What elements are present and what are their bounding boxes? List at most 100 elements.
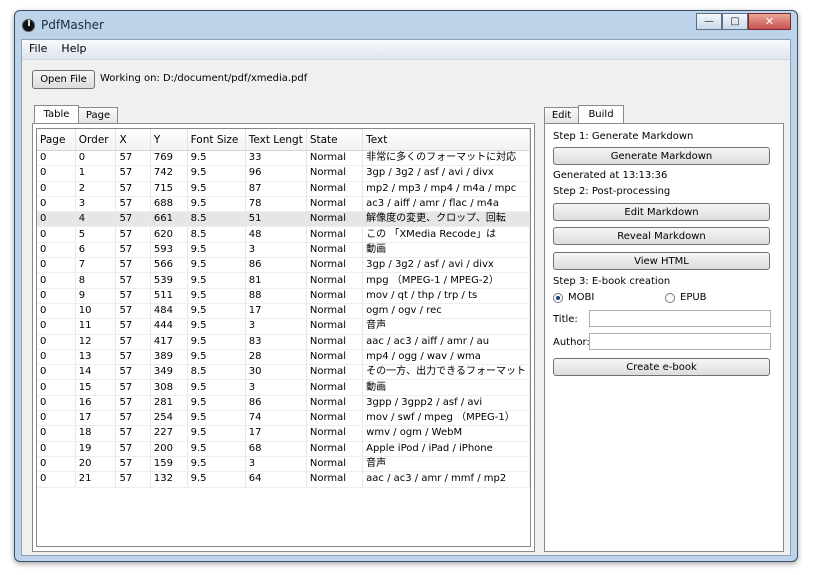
- minimize-button[interactable]: —: [696, 13, 722, 30]
- table-cell: 57: [115, 272, 151, 289]
- table-row[interactable]: 0 9 57 511 9.5 88 Normal mov / qt / thp / trp …: [37, 288, 530, 304]
- table-row[interactable]: 0 13 57 389 9.5 28 Normal mp4 / ogg / wav / wm…: [37, 349, 530, 366]
- window-title: PdfMasher: [41, 18, 104, 32]
- table-cell: 3gp / 3g2 / asf / avi / divx: [362, 257, 530, 274]
- table-cell: 動画: [362, 379, 530, 396]
- table-cell: 57: [115, 471, 151, 488]
- table-cell: Normal: [306, 242, 364, 259]
- menu-help[interactable]: Help: [54, 40, 93, 59]
- column-header[interactable]: X: [115, 129, 151, 151]
- title-input[interactable]: [589, 310, 771, 327]
- table-cell: 1: [75, 165, 117, 182]
- title-bar[interactable]: PdfMasher — □ ✕: [15, 11, 797, 39]
- table-cell: 57: [115, 226, 151, 243]
- table-row[interactable]: 0 7 57 566 9.5 86 Normal 3gp / 3g2 / asf / avi …: [37, 257, 530, 274]
- column-header[interactable]: Y: [150, 129, 188, 151]
- table-cell: 57: [115, 181, 151, 197]
- table-row[interactable]: 0 14 57 349 8.5 30 Normal その一方、出力できるフォーマット: [37, 364, 530, 381]
- radio-epub[interactable]: EPUB: [665, 292, 707, 303]
- table-row[interactable]: 0 18 57 227 9.5 17 Normal wmv / ogm / WebM: [37, 425, 530, 442]
- table-cell: 159: [150, 456, 188, 473]
- table-cell: 3: [245, 242, 307, 259]
- column-header[interactable]: Order: [75, 129, 117, 151]
- column-header[interactable]: Font Size: [187, 129, 246, 151]
- table-cell: 0: [37, 211, 76, 228]
- table-cell: 566: [150, 257, 188, 274]
- menu-file[interactable]: File: [22, 40, 54, 59]
- table-row[interactable]: 0 5 57 620 8.5 48 Normal この 「XMedia Recode」は: [37, 226, 530, 243]
- author-input[interactable]: [589, 333, 771, 350]
- table-cell: Normal: [306, 181, 364, 197]
- create-ebook-button[interactable]: Create e-book: [553, 358, 770, 376]
- table-row[interactable]: 0 21 57 132 9.5 64 Normal aac / ac3 / amr / mmf…: [37, 471, 530, 488]
- column-header[interactable]: Text Lengt: [245, 129, 307, 151]
- table-cell: mov / qt / thp / trp / ts: [362, 288, 530, 304]
- generate-markdown-button[interactable]: Generate Markdown: [553, 147, 770, 165]
- table-row[interactable]: 0 19 57 200 9.5 68 Normal Apple iPod / iPad / i…: [37, 441, 530, 457]
- radio-mobi[interactable]: MOBI: [553, 292, 594, 303]
- table-row[interactable]: 0 8 57 539 9.5 81 Normal mpg （MPEG-1 / MPEG-2）: [37, 272, 530, 289]
- table-cell: 0: [37, 272, 76, 289]
- tab-build[interactable]: Build: [578, 105, 624, 123]
- table-cell: Normal: [306, 257, 364, 274]
- tab-edit[interactable]: Edit: [544, 107, 579, 123]
- table-row[interactable]: 0 10 57 484 9.5 17 Normal ogm / ogv / rec: [37, 303, 530, 320]
- table-cell: 742: [150, 165, 188, 182]
- table-cell: 17: [245, 425, 307, 442]
- table-cell: 9.5: [187, 150, 246, 167]
- table-row[interactable]: 0 4 57 661 8.5 51 Normal 解像度の変更、クロップ、回転: [37, 211, 530, 228]
- table-cell: Normal: [306, 272, 364, 289]
- table-body: 0 0 57 769 9.5 33 Normal 非常に多くのフォーマットに対応 0 1 57 742…: [37, 150, 530, 488]
- table-row[interactable]: 0 6 57 593 9.5 3 Normal 動画: [37, 242, 530, 259]
- open-file-button[interactable]: Open File: [32, 70, 95, 89]
- table-row[interactable]: 0 20 57 159 9.5 3 Normal 音声: [37, 456, 530, 473]
- table-cell: 9.5: [187, 303, 246, 320]
- tab-page[interactable]: Page: [78, 107, 118, 123]
- table-row[interactable]: 0 2 57 715 9.5 87 Normal mp2 / mp3 / mp4 / m4a …: [37, 181, 530, 197]
- table-row[interactable]: 0 16 57 281 9.5 86 Normal 3gpp / 3gpp2 / asf / …: [37, 395, 530, 412]
- table-cell: 9.5: [187, 441, 246, 457]
- table-cell: Normal: [306, 288, 364, 304]
- menu-bar: File Help: [22, 40, 790, 60]
- table-cell: 57: [115, 196, 151, 213]
- working-file-label: Working on: D:/document/pdf/xmedia.pdf: [100, 73, 308, 84]
- table-row[interactable]: 0 3 57 688 9.5 78 Normal ac3 / aiff / amr / fla…: [37, 196, 530, 213]
- table-row[interactable]: 0 12 57 417 9.5 83 Normal aac / ac3 / aiff / am…: [37, 334, 530, 350]
- table-cell: 688: [150, 196, 188, 213]
- column-header[interactable]: Page: [37, 129, 76, 151]
- maximize-button[interactable]: □: [722, 13, 748, 30]
- table-cell: 539: [150, 272, 188, 289]
- table-cell: 78: [245, 196, 307, 213]
- table-row[interactable]: 0 17 57 254 9.5 74 Normal mov / swf / mpeg （MP…: [37, 410, 530, 427]
- table-row[interactable]: 0 11 57 444 9.5 3 Normal 音声: [37, 318, 530, 335]
- table-row[interactable]: 0 1 57 742 9.5 96 Normal 3gp / 3g2 / asf / avi …: [37, 165, 530, 182]
- view-html-button[interactable]: View HTML: [553, 252, 770, 270]
- table-cell: 0: [37, 181, 76, 197]
- table-cell: 0: [37, 349, 76, 366]
- table-cell: 15: [75, 379, 117, 396]
- table-cell: 389: [150, 349, 188, 366]
- build-panel: Step 1: Generate Markdown Generate Markd…: [544, 123, 784, 552]
- table-cell: 86: [245, 257, 307, 274]
- column-header[interactable]: State: [306, 129, 364, 151]
- table-cell: Normal: [306, 349, 364, 366]
- tab-table[interactable]: Table: [34, 105, 79, 123]
- table-row[interactable]: 0 0 57 769 9.5 33 Normal 非常に多くのフォーマットに対応: [37, 150, 530, 167]
- table-row[interactable]: 0 15 57 308 9.5 3 Normal 動画: [37, 379, 530, 396]
- table-cell: 484: [150, 303, 188, 320]
- table-cell: wmv / ogm / WebM: [362, 425, 530, 442]
- data-table-container[interactable]: Page Order X Y Font Size Text Lengt State Text …: [36, 128, 531, 547]
- table-cell: 5: [75, 226, 117, 243]
- close-button[interactable]: ✕: [748, 13, 791, 30]
- table-cell: 9.5: [187, 471, 246, 488]
- table-cell: Normal: [306, 441, 364, 457]
- table-cell: 87: [245, 181, 307, 197]
- edit-markdown-button[interactable]: Edit Markdown: [553, 203, 770, 221]
- table-cell: 88: [245, 288, 307, 304]
- column-header[interactable]: Text: [362, 129, 530, 151]
- table-cell: 10: [75, 303, 117, 320]
- table-cell: 解像度の変更、クロップ、回転: [362, 211, 530, 228]
- reveal-markdown-button[interactable]: Reveal Markdown: [553, 227, 770, 245]
- table-cell: Normal: [306, 471, 364, 488]
- table-cell: mov / swf / mpeg （MPEG-1）: [362, 410, 530, 427]
